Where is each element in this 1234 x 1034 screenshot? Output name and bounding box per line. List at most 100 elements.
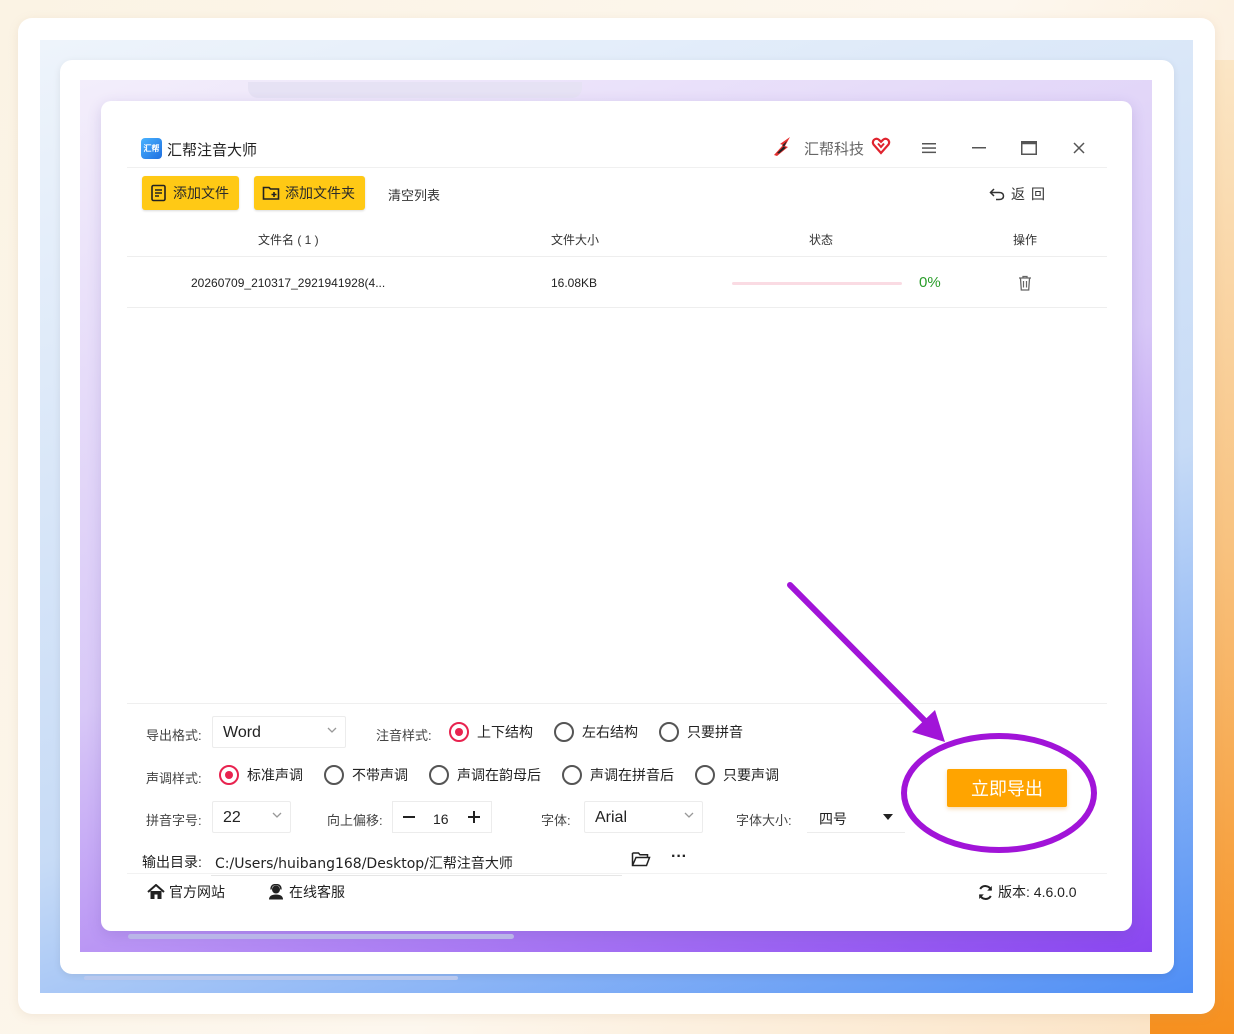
back-button[interactable]: 返回 bbox=[989, 184, 1051, 204]
app-logo-text: 汇帮 bbox=[143, 144, 160, 153]
official-website-link[interactable]: 官方网站 bbox=[147, 882, 225, 902]
chevron-down-icon bbox=[272, 812, 282, 818]
output-dir-label: 输出目录: bbox=[142, 854, 202, 870]
title-bar: 汇帮 汇帮注音大师 汇帮科技 bbox=[101, 127, 1132, 167]
app-logo-icon: 汇帮 bbox=[141, 138, 162, 159]
radio-tone-standard[interactable]: 标准声调 bbox=[219, 765, 303, 785]
official-website-label: 官方网站 bbox=[169, 884, 225, 900]
vip-heart-icon[interactable] bbox=[871, 136, 891, 156]
font-label: 字体: bbox=[541, 813, 571, 828]
font-size-select[interactable]: 四号 bbox=[807, 801, 905, 833]
export-format-label: 导出格式: bbox=[146, 728, 202, 743]
plus-icon bbox=[468, 811, 480, 823]
radio-annotation-pinyin-only[interactable]: 只要拼音 bbox=[659, 722, 743, 742]
radio-label: 标准声调 bbox=[247, 767, 303, 783]
close-button[interactable] bbox=[1064, 133, 1094, 163]
undo-arrow-icon bbox=[989, 188, 1005, 201]
chevron-down-icon bbox=[684, 812, 694, 818]
radio-label: 只要拼音 bbox=[687, 724, 743, 740]
radio-tone-only[interactable]: 只要声调 bbox=[695, 765, 779, 785]
menu-icon bbox=[922, 143, 936, 154]
minimize-button[interactable] bbox=[964, 133, 994, 163]
radio-checked-icon bbox=[449, 722, 469, 742]
radio-label: 声调在韵母后 bbox=[457, 767, 541, 783]
radio-unchecked-icon bbox=[695, 765, 715, 785]
offset-label: 向上偏移: bbox=[327, 813, 383, 828]
title-divider bbox=[127, 167, 1107, 168]
offset-value[interactable]: 16 bbox=[433, 811, 449, 827]
document-list-icon bbox=[151, 184, 166, 202]
row-filesize: 16.08KB bbox=[551, 276, 598, 290]
file-table-header: 文件名 ( 1 ) 文件大小 状态 操作 bbox=[127, 221, 1107, 257]
radio-label: 不带声调 bbox=[352, 767, 408, 783]
radio-annotation-vertical[interactable]: 上下结构 bbox=[449, 722, 533, 742]
add-file-button[interactable]: 添加文件 bbox=[142, 176, 239, 210]
app-title: 汇帮注音大师 bbox=[167, 142, 258, 159]
minus-icon bbox=[403, 816, 415, 818]
menu-button[interactable] bbox=[914, 133, 944, 163]
window-bottom-bar bbox=[128, 934, 514, 939]
font-value: Arial bbox=[595, 809, 628, 826]
version-label: 版本: 4.6.0.0 bbox=[998, 884, 1077, 900]
font-select[interactable]: Arial bbox=[584, 801, 703, 833]
pinyin-size-select[interactable]: 22 bbox=[212, 801, 291, 833]
export-format-value: Word bbox=[223, 724, 261, 741]
background-bottom-bar bbox=[84, 976, 458, 980]
user-headset-icon bbox=[269, 884, 283, 900]
header-status: 状态 bbox=[809, 233, 834, 247]
font-size-label: 字体大小: bbox=[736, 813, 792, 828]
folder-plus-icon bbox=[262, 186, 280, 200]
font-size-value: 四号 bbox=[819, 811, 847, 827]
background-top-bar bbox=[248, 82, 582, 98]
offset-increase-button[interactable] bbox=[461, 804, 487, 830]
radio-tone-after-final[interactable]: 声调在韵母后 bbox=[429, 765, 541, 785]
online-support-link[interactable]: 在线客服 bbox=[267, 882, 345, 902]
radio-unchecked-icon bbox=[429, 765, 449, 785]
radio-tone-none[interactable]: 不带声调 bbox=[324, 765, 408, 785]
radio-tone-after-pinyin[interactable]: 声调在拼音后 bbox=[562, 765, 674, 785]
radio-label: 只要声调 bbox=[723, 767, 779, 783]
toolbar: 添加文件 添加文件夹 清空列表 返回 bbox=[101, 176, 1132, 212]
radio-annotation-horizontal[interactable]: 左右结构 bbox=[554, 722, 638, 742]
folder-open-icon[interactable] bbox=[631, 850, 651, 868]
app-window: 汇帮 汇帮注音大师 汇帮科技 添加文件 添加文件夹 清空列表 返回 文件名 (… bbox=[101, 101, 1132, 931]
output-dir-field[interactable]: C:/Users/huibang168/Desktop/汇帮注音大师 bbox=[211, 846, 622, 876]
more-button[interactable]: ··· bbox=[671, 848, 687, 866]
radio-unchecked-icon bbox=[324, 765, 344, 785]
radio-label: 声调在拼音后 bbox=[590, 767, 674, 783]
tone-style-label: 声调样式: bbox=[146, 771, 202, 786]
radio-unchecked-icon bbox=[659, 722, 679, 742]
header-action: 操作 bbox=[1013, 233, 1038, 247]
caret-down-icon bbox=[883, 814, 893, 820]
version-info: 版本: 4.6.0.0 bbox=[977, 882, 1077, 902]
radio-label: 上下结构 bbox=[477, 724, 533, 740]
radio-unchecked-icon bbox=[562, 765, 582, 785]
offset-stepper: 16 bbox=[392, 801, 492, 833]
online-support-label: 在线客服 bbox=[289, 884, 345, 900]
export-now-button[interactable]: 立即导出 bbox=[947, 769, 1067, 807]
progress-percent: 0% bbox=[919, 274, 941, 291]
table-row[interactable]: 20260709_210317_2921941928(4... 16.08KB … bbox=[127, 258, 1107, 308]
header-filename: 文件名 ( 1 ) bbox=[258, 233, 319, 247]
offset-decrease-button[interactable] bbox=[396, 804, 422, 830]
settings-divider bbox=[127, 703, 1107, 704]
brand-name: 汇帮科技 bbox=[804, 141, 865, 158]
maximize-button[interactable] bbox=[1014, 133, 1044, 163]
minimize-icon bbox=[972, 147, 986, 149]
export-format-select[interactable]: Word bbox=[212, 716, 346, 748]
add-folder-label: 添加文件夹 bbox=[285, 185, 355, 201]
home-icon bbox=[147, 884, 165, 899]
add-folder-button[interactable]: 添加文件夹 bbox=[254, 176, 365, 210]
brand-logo-icon bbox=[774, 137, 790, 156]
add-file-label: 添加文件 bbox=[173, 185, 229, 201]
radio-unchecked-icon bbox=[554, 722, 574, 742]
refresh-icon[interactable] bbox=[977, 884, 994, 901]
annotation-style-label: 注音样式: bbox=[376, 728, 432, 743]
clear-list-button[interactable]: 清空列表 bbox=[388, 185, 440, 204]
pinyin-size-label: 拼音字号: bbox=[146, 813, 202, 828]
trash-icon[interactable] bbox=[1018, 275, 1032, 291]
back-label: 返回 bbox=[1011, 186, 1051, 202]
close-icon bbox=[1073, 142, 1085, 154]
radio-label: 左右结构 bbox=[582, 724, 638, 740]
radio-checked-icon bbox=[219, 765, 239, 785]
